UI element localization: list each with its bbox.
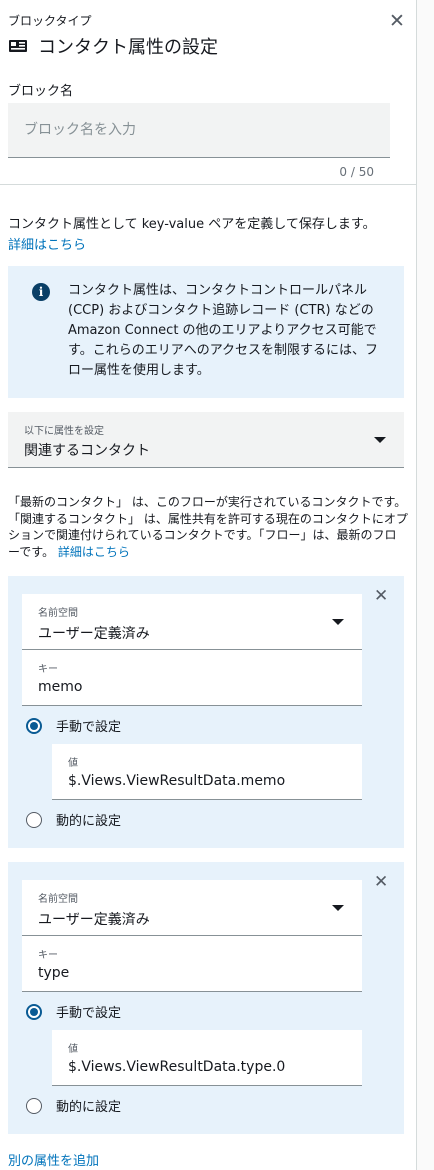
description-text: コンタクト属性として key-value ペアを定義して保存します。 (8, 217, 376, 232)
key-field[interactable]: キー type (22, 936, 362, 992)
value-text: $.Views.ViewResultData.memo (68, 773, 286, 789)
namespace-select[interactable]: 名前空間 ユーザー定義済み (22, 594, 362, 650)
contact-explanation: 「最新のコンタクト」 は、このフローが実行されているコンタクトです。「関連するコ… (8, 494, 408, 560)
info-alert: i コンタクト属性は、コンタクトコントロールパネル (CCP) およびコンタクト… (8, 266, 404, 398)
key-field[interactable]: キー memo (22, 650, 362, 706)
section-divider (0, 184, 418, 185)
add-attribute-link[interactable]: 別の属性を追加 (8, 1150, 99, 1169)
dynamic-radio[interactable]: 動的に設定 (26, 1096, 121, 1115)
namespace-value: ユーザー定義済み (38, 912, 150, 928)
key-value: memo (38, 679, 83, 695)
info-text: コンタクト属性は、コンタクトコントロールパネル (CCP) およびコンタクト追跡… (68, 283, 379, 378)
select-value: 関連するコンタクト (24, 443, 150, 459)
radio-selected-icon[interactable] (26, 1003, 42, 1020)
key-label: キー (38, 950, 58, 961)
namespace-value: ユーザー定義済み (38, 626, 150, 642)
namespace-label: 名前空間 (38, 894, 78, 905)
block-name-input[interactable] (8, 103, 390, 158)
value-label: 値 (68, 1044, 78, 1055)
value-field[interactable]: 値 $.Views.ViewResultData.type.0 (52, 1030, 362, 1086)
properties-panel: ブロックタイプ ✕ コンタクト属性の設定 ブロック名 0 / 50 コンタクト属… (0, 0, 418, 1170)
namespace-label: 名前空間 (38, 608, 78, 619)
char-counter: 0 / 50 (339, 165, 374, 179)
block-type-label: ブロックタイプ (8, 14, 92, 28)
namespace-select[interactable]: 名前空間 ユーザー定義済み (22, 880, 362, 936)
radio-unselected-icon[interactable] (26, 811, 42, 828)
manual-radio-label: 手動で設定 (56, 720, 122, 735)
panel-title-row: コンタクト属性の設定 (8, 33, 218, 59)
select-label: 以下に属性を設定 (24, 426, 104, 437)
block-name-label: ブロック名 (8, 84, 74, 99)
canvas-edge (417, 0, 434, 1170)
chevron-down-icon (332, 905, 344, 911)
explanation-learn-more-link[interactable]: 詳細はこちら (58, 545, 130, 559)
info-icon: i (32, 283, 50, 301)
chevron-down-icon (374, 437, 386, 443)
manual-radio[interactable]: 手動で設定 (26, 716, 121, 735)
dynamic-radio-label: 動的に設定 (56, 814, 122, 829)
remove-attribute-icon[interactable]: ✕ (374, 874, 388, 891)
radio-selected-icon[interactable] (26, 717, 42, 734)
remove-attribute-icon[interactable]: ✕ (374, 588, 388, 605)
chevron-down-icon (332, 619, 344, 625)
contact-block-icon (8, 39, 28, 53)
key-value: type (38, 965, 70, 981)
key-label: キー (38, 664, 58, 675)
dynamic-radio[interactable]: 動的に設定 (26, 810, 121, 829)
radio-unselected-icon[interactable] (26, 1097, 42, 1114)
page-title: コンタクト属性の設定 (38, 37, 218, 58)
set-attribute-on-select[interactable]: 以下に属性を設定 関連するコンタクト (8, 412, 404, 468)
value-field[interactable]: 値 $.Views.ViewResultData.memo (52, 744, 362, 800)
dynamic-radio-label: 動的に設定 (56, 1100, 122, 1115)
attribute-card: ✕ 名前空間 ユーザー定義済み キー memo 手動で設定 値 $.Views.… (8, 576, 404, 848)
manual-radio-label: 手動で設定 (56, 1006, 122, 1021)
manual-radio[interactable]: 手動で設定 (26, 1002, 121, 1021)
value-text: $.Views.ViewResultData.type.0 (68, 1059, 286, 1075)
learn-more-link[interactable]: 詳細はこちら (8, 234, 86, 253)
attribute-card: ✕ 名前空間 ユーザー定義済み キー type 手動で設定 値 $.Views.… (8, 862, 404, 1134)
value-label: 値 (68, 758, 78, 769)
close-icon[interactable]: ✕ (389, 12, 405, 31)
